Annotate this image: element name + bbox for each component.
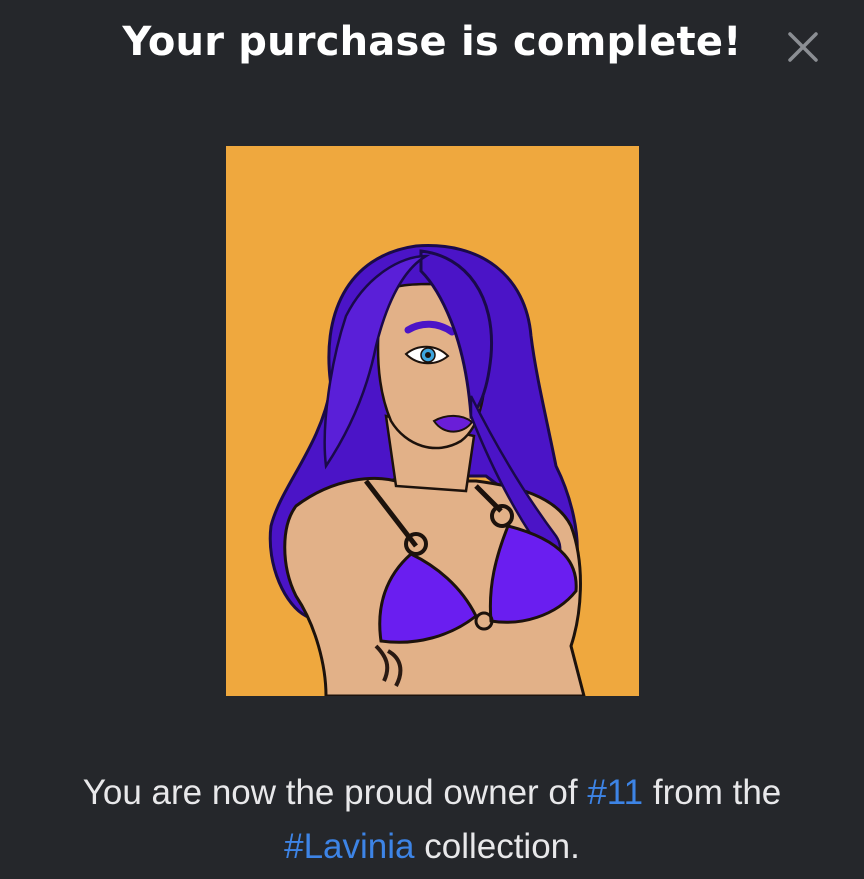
modal-title: Your purchase is complete! bbox=[0, 14, 864, 70]
modal-title-text: Your purchase is complete! bbox=[122, 19, 742, 65]
item-number-link[interactable]: #11 bbox=[587, 773, 643, 812]
purchase-caption: You are now the proud owner of #11 from … bbox=[0, 766, 864, 874]
caption-suffix: collection. bbox=[414, 827, 580, 866]
caption-middle: from the bbox=[643, 773, 782, 812]
close-button[interactable] bbox=[782, 26, 824, 68]
nft-artwork bbox=[226, 146, 639, 696]
caption-prefix: You are now the proud owner of bbox=[82, 773, 588, 812]
collection-link[interactable]: #Lavinia bbox=[284, 827, 414, 866]
close-icon bbox=[788, 32, 818, 62]
purchase-complete-modal: Your purchase is complete! You are now t… bbox=[0, 0, 864, 879]
nft-artwork-image bbox=[226, 146, 639, 696]
